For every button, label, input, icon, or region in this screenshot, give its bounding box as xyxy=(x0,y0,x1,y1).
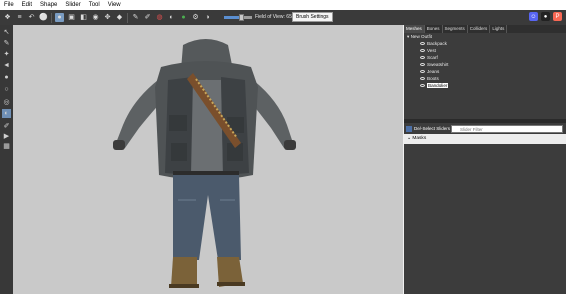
mesh-item-selected[interactable]: Bandolier xyxy=(420,83,449,89)
eye-icon[interactable] xyxy=(420,77,425,81)
menu-shape[interactable]: Shape xyxy=(36,0,61,10)
brush-settings-button[interactable]: Brush Settings xyxy=(292,12,333,22)
collapse-icon[interactable]: ◑ xyxy=(203,13,212,22)
deselect-sliders-label: De/-Select Sliders xyxy=(414,125,451,131)
green-dot-icon[interactable]: ● xyxy=(179,13,188,22)
pin-icon[interactable]: ◐ xyxy=(167,13,176,22)
mesh-item[interactable]: Jeans xyxy=(420,69,439,75)
tab-colliders[interactable]: Colliders xyxy=(468,25,491,33)
field-of-view-label: Field of View: 65 xyxy=(255,14,292,20)
sliders-list xyxy=(404,144,566,294)
mesh-tree: ▾ New Outfit Backpack Vest Scarf Sweatsh… xyxy=(404,33,566,101)
tree-root[interactable]: ▾ New Outfit xyxy=(407,34,432,40)
brush-icon[interactable]: ✐ xyxy=(2,121,11,130)
masks-section[interactable]: ⌄ Masks xyxy=(404,134,566,144)
github-icon[interactable]: ● xyxy=(541,12,550,21)
mesh-item[interactable]: Vest xyxy=(420,48,436,54)
mesh-item[interactable]: Scarf xyxy=(420,55,438,61)
right-panel: Meshes Bones Segments Colliders Lights ▾… xyxy=(404,25,566,294)
eye-icon[interactable] xyxy=(420,70,425,74)
menu-tool[interactable]: Tool xyxy=(85,0,104,10)
menu-slider[interactable]: Slider xyxy=(61,0,84,10)
undo-icon[interactable]: ↶ xyxy=(27,13,36,22)
menu-bar: File Edit Shape Slider Tool View xyxy=(0,0,566,10)
brush-tool-icon[interactable]: ● xyxy=(55,13,64,22)
view-icon[interactable]: ◐ xyxy=(2,109,11,118)
circle-icon[interactable]: ○ xyxy=(2,85,11,94)
tab-meshes[interactable]: Meshes xyxy=(404,25,425,33)
transform-icon[interactable]: ✦ xyxy=(2,49,11,58)
eye-icon[interactable] xyxy=(420,84,425,88)
marker-icon[interactable]: ◄ xyxy=(2,61,11,70)
right-glove xyxy=(284,140,296,150)
masks-label: Masks xyxy=(412,136,427,141)
weight-icon[interactable]: ◆ xyxy=(115,13,124,22)
deflate-icon[interactable]: ◧ xyxy=(79,13,88,22)
menu-edit[interactable]: Edit xyxy=(18,0,36,10)
eye-icon[interactable] xyxy=(420,42,425,46)
ring-icon[interactable]: ◎ xyxy=(2,97,11,106)
tab-segments[interactable]: Segments xyxy=(443,25,468,33)
mask-brush-icon[interactable]: ⚪ xyxy=(39,13,48,22)
color-icon[interactable]: ◍ xyxy=(155,13,164,22)
pen-icon[interactable]: ✎ xyxy=(131,13,140,22)
select-icon[interactable]: ↖ xyxy=(2,27,11,36)
inflate-icon[interactable]: ▣ xyxy=(67,13,76,22)
toolbar-separator xyxy=(127,12,128,23)
menu-file[interactable]: File xyxy=(0,0,18,10)
discord-icon[interactable]: ☺ xyxy=(529,12,538,21)
deselect-sliders-checkbox[interactable] xyxy=(406,125,412,132)
field-of-view-knob[interactable] xyxy=(238,14,244,21)
move-icon[interactable]: ✥ xyxy=(103,13,112,22)
eye-icon[interactable] xyxy=(420,49,425,53)
gear-icon[interactable]: ⚙ xyxy=(191,13,200,22)
eye-icon[interactable] xyxy=(420,56,425,60)
camera-icon[interactable]: ▶ xyxy=(2,131,11,140)
toolbar-right-icons: ☺ ● P xyxy=(526,12,562,21)
app-logo-icon: ❖ xyxy=(4,14,11,21)
outfit-model-render xyxy=(113,39,296,288)
jeans xyxy=(173,175,241,260)
patreon-icon[interactable]: P xyxy=(553,12,562,21)
slider-filter-input[interactable]: Slider Filter xyxy=(451,125,563,133)
panel-tabs: Meshes Bones Segments Colliders Lights xyxy=(404,25,566,33)
left-glove xyxy=(113,140,125,150)
toolbar-separator xyxy=(51,12,52,23)
left-boot xyxy=(171,257,197,287)
field-of-view-slider[interactable] xyxy=(224,14,252,21)
mesh-item[interactable]: Boots xyxy=(420,76,439,82)
grid-icon[interactable]: ▦ xyxy=(2,141,11,150)
menu-view[interactable]: View xyxy=(104,0,125,10)
tab-bones[interactable]: Bones xyxy=(425,25,443,33)
sphere-icon[interactable]: ● xyxy=(2,73,11,82)
left-toolbar: ↖ ✎ ✦ ◄ ● ○ ◎ ◐ ✐ ▶ ▦ xyxy=(0,25,13,294)
edit-icon[interactable]: ✐ xyxy=(143,13,152,22)
smooth-icon[interactable]: ◉ xyxy=(91,13,100,22)
pencil-icon[interactable]: ✎ xyxy=(2,38,11,47)
tab-lights[interactable]: Lights xyxy=(490,25,508,33)
viewport-3d[interactable] xyxy=(13,25,403,294)
mesh-item[interactable]: Sweatshirt xyxy=(420,62,448,68)
slider-tool-icon[interactable]: ≡ xyxy=(15,13,24,22)
eye-icon[interactable] xyxy=(420,63,425,67)
mesh-item[interactable]: Backpack xyxy=(420,41,447,47)
